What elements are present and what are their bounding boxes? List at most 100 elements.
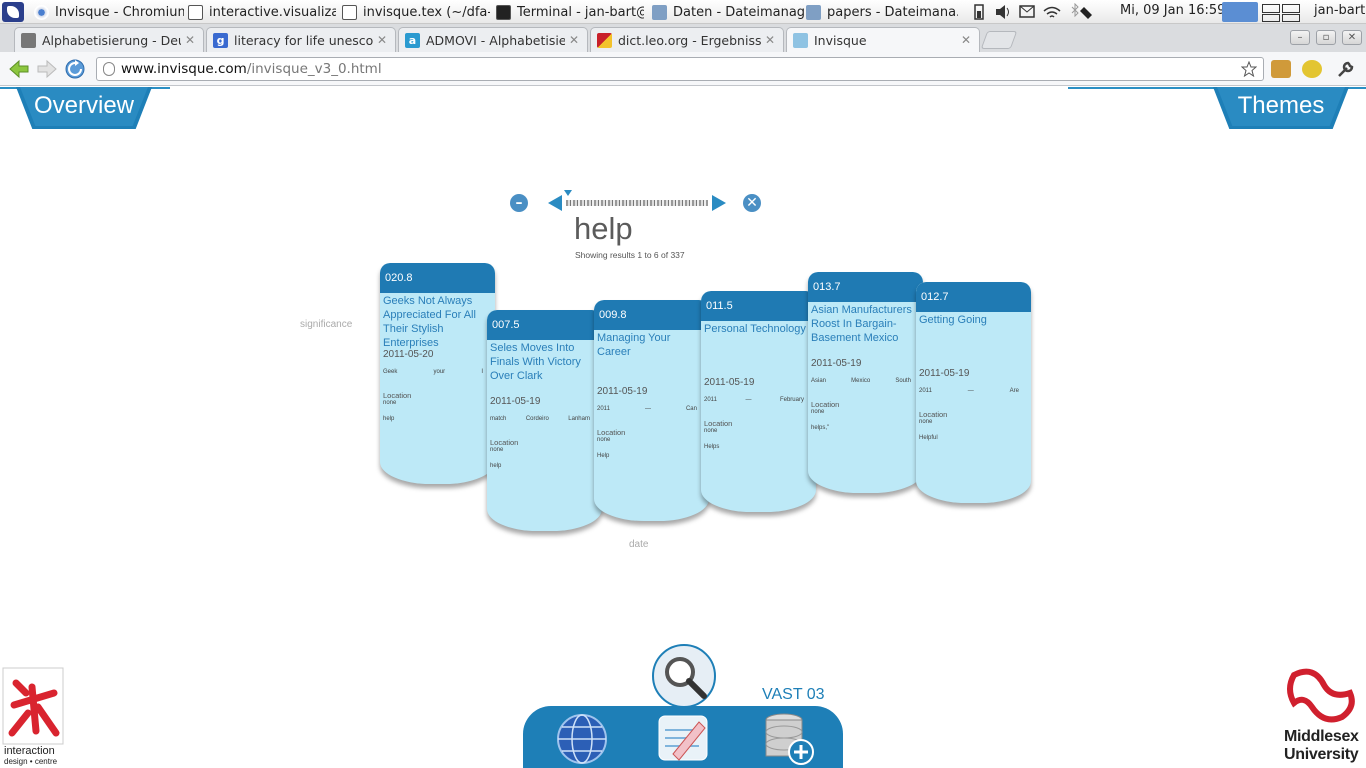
card-title[interactable]: Seles Moves Into Finals With Victory Ove… — [487, 340, 602, 396]
taskbar-item-filemanager-papers[interactable]: papers - Dateimana... — [806, 2, 958, 22]
taskbar-item-label: papers - Dateimana... — [827, 4, 958, 20]
chromium-tray-icon[interactable] — [1222, 2, 1258, 22]
taskbar-item-visualization[interactable]: interactive.visualiza... — [188, 2, 336, 22]
notes-edit-icon[interactable] — [655, 710, 711, 766]
taskbar-item-terminal[interactable]: Terminal - jan-bart@... — [496, 2, 644, 22]
result-card[interactable]: 007.5 Seles Moves Into Finals With Victo… — [487, 310, 602, 531]
snippet-word: your — [433, 369, 446, 375]
app-menu-icon[interactable] — [2, 2, 24, 22]
globe-icon[interactable] — [555, 712, 609, 766]
window-close-button[interactable]: ✕ — [1342, 30, 1362, 45]
card-title[interactable]: Geeks Not Always Appreciated For All The… — [380, 293, 495, 349]
snippet-word: — — [644, 406, 651, 412]
magnifier-search-icon[interactable] — [652, 644, 716, 708]
clock[interactable]: Mi, 09 Jan 16:59 — [1120, 3, 1225, 18]
close-icon[interactable]: ✕ — [377, 33, 389, 47]
card-score: 009.8 — [594, 300, 709, 330]
browser-tab-strip: Alphabetisierung - Deutsch ✕ g literacy … — [0, 24, 1366, 52]
next-arrow-icon[interactable] — [712, 195, 726, 211]
card-location-label: Location — [704, 419, 733, 428]
card-location-value: none — [811, 409, 825, 415]
result-card[interactable]: 012.7 Getting Going 2011-05-19 2011 — Ar… — [916, 282, 1031, 503]
card-keyword: helps," — [811, 425, 830, 431]
card-keyword: help — [490, 463, 502, 469]
middlesex-university-logo — [1287, 668, 1355, 723]
logo-left-line1: interaction — [4, 745, 55, 757]
snippet-word: — — [967, 388, 974, 394]
snippet-word: February — [779, 397, 804, 403]
workspace-switcher-icon[interactable] — [1262, 2, 1302, 22]
snippet-word: 2011 — [704, 397, 717, 403]
snippet-word: South — [895, 378, 911, 384]
extension-box-icon[interactable] — [1271, 60, 1291, 78]
card-title[interactable]: Personal Technology — [701, 321, 816, 377]
card-date: 2011-05-19 — [597, 386, 648, 397]
card-keyword: Helps — [704, 444, 720, 450]
close-icon[interactable]: ✕ — [185, 33, 197, 47]
browser-toolbar: www.invisque.com/invisque_v3_0.html — [0, 52, 1366, 86]
card-snippet: 2011 — Can — [594, 406, 709, 428]
close-icon[interactable]: ✕ — [569, 33, 581, 47]
museum-icon — [21, 32, 36, 48]
maximize-button[interactable]: ▫ — [1316, 30, 1336, 45]
extension-face-icon[interactable] — [1302, 60, 1322, 78]
tab-alphabetisierung[interactable]: Alphabetisierung - Deutsch ✕ — [14, 27, 204, 52]
invisque-icon — [793, 32, 808, 48]
wrench-icon[interactable] — [1336, 60, 1356, 78]
snippet-word: Mexico — [851, 378, 871, 384]
card-score: 013.7 — [808, 272, 923, 302]
result-card[interactable]: 013.7 Asian Manufacturers Roost In Barga… — [808, 272, 923, 493]
forward-arrow-icon[interactable] — [36, 58, 58, 80]
back-arrow-icon[interactable] — [8, 58, 30, 80]
bookmark-star-icon[interactable] — [1241, 61, 1257, 77]
database-add-icon[interactable] — [759, 710, 817, 768]
close-x-icon[interactable]: ✕ — [743, 194, 761, 212]
new-tab-button[interactable] — [980, 31, 1018, 49]
snippet-word: Can — [685, 406, 697, 412]
folder-icon — [652, 4, 667, 20]
snippet-word: Are — [1009, 388, 1019, 394]
card-score: 020.8 — [380, 263, 495, 293]
minimize-minus-icon[interactable]: – — [510, 194, 528, 212]
url-bar[interactable]: www.invisque.com/invisque_v3_0.html — [96, 57, 1264, 81]
logo-left-line2: design • centre — [4, 757, 58, 766]
themes-label: Themes — [1237, 92, 1325, 119]
leo-icon — [597, 32, 612, 48]
tab-admovi[interactable]: a ADMOVI - Alphabetisierung ✕ — [398, 27, 588, 52]
search-controls: – ✕ — [508, 190, 762, 216]
card-title[interactable]: Getting Going — [916, 312, 1031, 368]
invisque-page: Overview Themes – ✕ help Showing results… — [0, 87, 1366, 768]
taskbar-item-filemanager-daten[interactable]: Daten - Dateimanager — [652, 2, 804, 22]
system-tray-icons[interactable] — [972, 3, 1092, 21]
tab-label: Invisque — [814, 32, 867, 48]
card-title[interactable]: Managing Your Career — [594, 330, 709, 386]
tab-invisque[interactable]: Invisque ✕ — [786, 27, 980, 52]
overview-button[interactable]: Overview — [16, 87, 152, 129]
minimize-button[interactable]: – — [1290, 30, 1310, 45]
themes-button[interactable]: Themes — [1213, 87, 1349, 129]
tab-label: Alphabetisierung - Deutsch — [42, 32, 181, 48]
slider-handle-icon[interactable] — [564, 190, 572, 196]
document-icon — [188, 4, 203, 20]
previous-arrow-icon[interactable] — [548, 195, 562, 211]
admovi-icon: a — [405, 32, 420, 48]
card-score: 012.7 — [916, 282, 1031, 312]
card-title[interactable]: Asian Manufacturers Roost In Bargain-Bas… — [808, 302, 923, 358]
timeline-slider[interactable] — [566, 200, 708, 206]
close-icon[interactable]: ✕ — [961, 33, 973, 47]
snippet-word: Geek — [383, 369, 398, 375]
taskbar-item-label: Daten - Dateimanager — [673, 4, 804, 20]
taskbar-item-texeditor[interactable]: invisque.tex (~/dfa-... — [342, 2, 490, 22]
card-date: 2011-05-19 — [811, 358, 862, 369]
card-keyword: help — [383, 416, 395, 422]
result-card[interactable]: 020.8 Geeks Not Always Appreciated For A… — [380, 263, 495, 484]
reload-icon[interactable] — [64, 58, 86, 80]
taskbar-item-chromium[interactable]: Invisque - Chromium — [34, 2, 184, 22]
result-card[interactable]: 009.8 Managing Your Career 2011-05-19 20… — [594, 300, 709, 521]
user-name[interactable]: jan-bart — [1314, 3, 1365, 18]
taskbar-item-label: Terminal - jan-bart@... — [517, 4, 644, 20]
tab-literacy[interactable]: g literacy for life unesco - Go ✕ — [206, 27, 396, 52]
tab-dict-leo[interactable]: dict.leo.org - Ergebnisse für ✕ — [590, 27, 784, 52]
result-card[interactable]: 011.5 Personal Technology 2011-05-19 201… — [701, 291, 816, 512]
close-icon[interactable]: ✕ — [765, 33, 777, 47]
